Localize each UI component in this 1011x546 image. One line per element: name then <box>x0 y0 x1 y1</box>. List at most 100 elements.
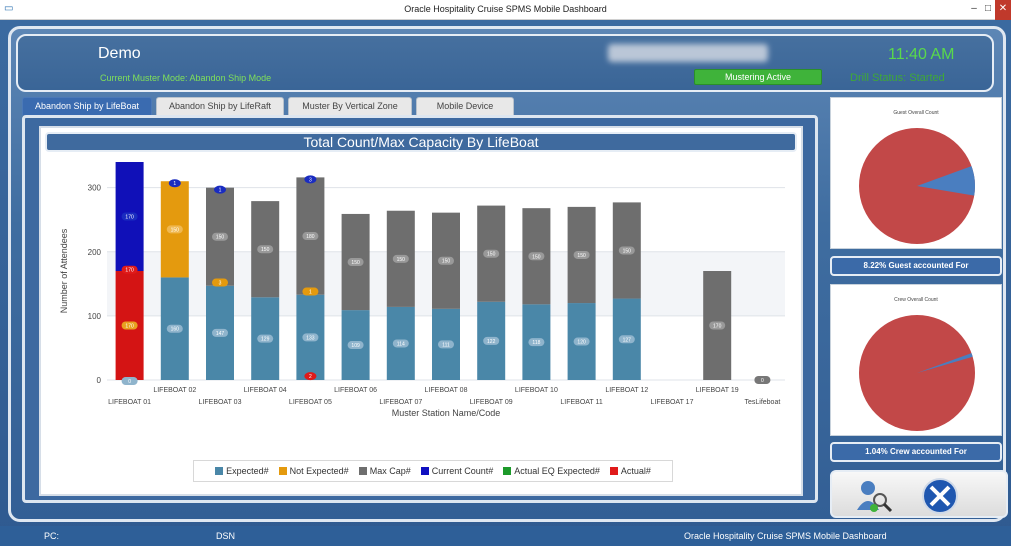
tools-settings-button[interactable] <box>920 476 960 516</box>
x-tick-label: LIFEBOAT 06 <box>334 387 377 394</box>
guest-accounted-caption: 8.22% Guest accounted For <box>830 256 1002 276</box>
legend-label: Actual# <box>620 466 651 476</box>
legend-label: Actual EQ Expected# <box>514 466 600 476</box>
drill-status: Drill Status: Started <box>850 72 945 84</box>
data-label: 127 <box>623 337 632 343</box>
y-tick-label: 100 <box>88 312 102 321</box>
minimize-button[interactable]: – <box>967 0 981 20</box>
guest-pie-chart <box>859 128 975 244</box>
crew-pie-chart <box>859 315 975 431</box>
data-label: 150 <box>171 227 180 233</box>
legend-swatch <box>609 467 618 475</box>
legend-label: Expected# <box>226 466 269 476</box>
data-label: 150 <box>623 248 632 254</box>
window-titlebar: ▭ Oracle Hospitality Cruise SPMS Mobile … <box>0 0 1011 20</box>
data-label: 0 <box>128 379 131 385</box>
data-label: 129 <box>261 337 270 343</box>
data-label: 170 <box>125 215 134 221</box>
status-product: Oracle Hospitality Cruise SPMS Mobile Da… <box>684 531 887 541</box>
data-label: 147 <box>216 331 225 337</box>
person-search-button[interactable] <box>854 476 894 516</box>
data-label: 150 <box>216 235 225 241</box>
legend-swatch <box>278 467 287 475</box>
crew-pie-title: Crew Overall Count <box>894 297 938 303</box>
data-label: 3 <box>219 281 222 287</box>
y-tick-label: 0 <box>97 376 102 385</box>
guest-pie-card: Guest Overall Count <box>830 97 1002 249</box>
crew-accounted-caption: 1.04% Crew accounted For <box>830 442 1002 462</box>
data-label: 150 <box>351 260 360 266</box>
legend-item: Not Expected# <box>278 466 349 476</box>
y-axis-label: Number of Attendees <box>59 228 69 313</box>
tools-icon <box>922 478 958 514</box>
legend-item: Current Count# <box>420 466 494 476</box>
date-display <box>608 44 768 62</box>
x-tick-label: LIFEBOAT 01 <box>108 399 151 406</box>
data-label: 170 <box>125 324 134 330</box>
muster-mode-text: Current Muster Mode: Abandon Ship Mode <box>100 73 272 83</box>
data-label: 1 <box>309 290 312 296</box>
x-tick-label: LIFEBOAT 05 <box>289 399 332 406</box>
data-label: 111 <box>442 342 450 348</box>
data-label: 170 <box>125 268 134 274</box>
legend-item: Max Cap# <box>358 466 411 476</box>
data-label: 150 <box>532 254 541 260</box>
x-tick-label: LIFEBOAT 07 <box>379 399 422 406</box>
x-tick-label: LIFEBOAT 19 <box>696 387 739 394</box>
data-label: 1 <box>173 181 176 187</box>
close-button[interactable]: ✕ <box>995 0 1011 20</box>
legend-label: Not Expected# <box>289 466 349 476</box>
x-tick-label: LIFEBOAT 04 <box>244 387 287 394</box>
status-pc: PC: <box>44 531 60 541</box>
tab-mobile-device[interactable]: Mobile Device <box>416 97 514 115</box>
legend-label: Max Cap# <box>369 466 411 476</box>
tab-abandon-ship-liferaft[interactable]: Abandon Ship by LifeRaft <box>156 97 284 115</box>
chart-title: Total Count/Max Capacity By LifeBoat <box>45 132 797 152</box>
tab-muster-vertical-zone[interactable]: Muster By Vertical Zone <box>288 97 412 115</box>
data-label: 150 <box>442 259 451 265</box>
crew-pie-card: Crew Overall Count <box>830 284 1002 436</box>
legend-item: Actual EQ Expected# <box>503 466 600 476</box>
x-axis-label: Muster Station Name/Code <box>392 408 501 418</box>
data-label: 150 <box>577 253 586 259</box>
x-tick-label: LIFEBOAT 11 <box>560 399 603 406</box>
data-label: 170 <box>713 324 722 330</box>
data-label: 160 <box>171 327 180 333</box>
dashboard-header: Demo Current Muster Mode: Abandon Ship M… <box>16 34 994 92</box>
data-label: 114 <box>397 341 405 347</box>
x-tick-label: TesLifeboat <box>744 399 780 406</box>
legend-label: Current Count# <box>431 466 494 476</box>
guest-pie-title: Guest Overall Count <box>893 110 939 116</box>
data-label: 150 <box>397 257 406 263</box>
chart-legend: Expected# Not Expected# Max Cap# Current Co… <box>193 460 673 482</box>
legend-swatch <box>503 467 512 475</box>
status-dsn: DSN <box>216 531 236 541</box>
clock: 11:40 AM <box>888 46 955 63</box>
data-label: 150 <box>261 247 270 253</box>
data-label: 120 <box>577 340 586 346</box>
x-tick-label: LIFEBOAT 09 <box>470 399 513 406</box>
legend-swatch <box>358 467 367 475</box>
window-title: Oracle Hospitality Cruise SPMS Mobile Da… <box>404 4 607 14</box>
lifeboat-bar-chart: 0 100 200 300 Number of Attendees 170 170 170 0 L… <box>59 162 785 418</box>
y-tick-label: 200 <box>88 248 102 257</box>
data-label: 118 <box>532 340 540 346</box>
maximize-button[interactable]: □ <box>981 0 995 20</box>
status-bar: PC: DSN Oracle Hospitality Cruise SPMS M… <box>0 526 1011 546</box>
x-tick-label: LIFEBOAT 10 <box>515 387 558 394</box>
legend-item: Actual# <box>609 466 651 476</box>
data-label: 0 <box>761 378 764 384</box>
chart-panel: Total Count/Max Capacity By LifeBoat 0 10… <box>39 126 803 496</box>
plot-area: 0 100 200 300 Number of Attendees 170 170 170 0 L… <box>47 154 797 484</box>
legend-swatch <box>420 467 429 475</box>
main-panel: Total Count/Max Capacity By LifeBoat 0 10… <box>22 115 818 503</box>
ship-name: Demo <box>98 45 141 62</box>
data-label: 133 <box>306 335 315 341</box>
x-tick-label: LIFEBOAT 17 <box>651 399 694 406</box>
data-label: 109 <box>351 343 360 349</box>
data-label: 122 <box>487 339 496 345</box>
mustering-active-button[interactable]: Mustering Active <box>694 69 822 85</box>
data-label: 1 <box>219 188 222 194</box>
legend-swatch <box>215 467 224 475</box>
tab-abandon-ship-lifeboat[interactable]: Abandon Ship by LifeBoat <box>22 97 152 115</box>
